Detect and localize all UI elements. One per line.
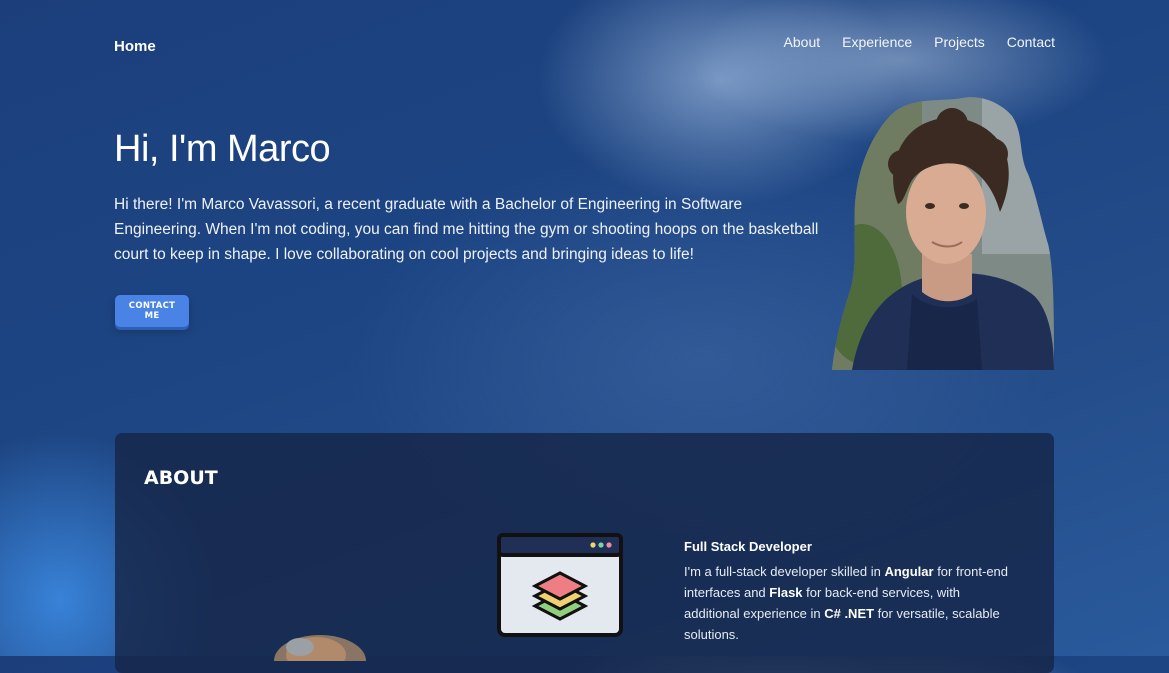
about-avatar-image [274, 635, 366, 661]
about-section: ABOUT Full Stack Developer I'm a full-st… [115, 433, 1054, 673]
browser-window-layers-icon [497, 533, 623, 637]
hero-title: Hi, I'm Marco [114, 128, 331, 170]
skill-csharp-dotnet: C# .NET [824, 606, 875, 621]
nav-link-contact[interactable]: Contact [1007, 34, 1055, 50]
profile-photo [832, 97, 1054, 370]
skill-flask: Flask [769, 585, 803, 600]
contact-me-button[interactable]: CONTACT ME [115, 295, 189, 327]
nav-link-about[interactable]: About [784, 34, 821, 50]
hero-description: Hi there! I'm Marco Vavassori, a recent … [114, 196, 819, 263]
feature-title: Full Stack Developer [684, 539, 812, 554]
nav-home-link[interactable]: Home [114, 38, 156, 55]
about-heading: ABOUT [144, 467, 218, 489]
nav-link-experience[interactable]: Experience [842, 34, 912, 50]
skill-angular: Angular [884, 564, 934, 579]
nav-link-projects[interactable]: Projects [934, 34, 985, 50]
feature-description: I'm a full-stack developer skilled in An… [684, 564, 1009, 642]
top-nav: About Experience Projects Contact [784, 34, 1055, 50]
